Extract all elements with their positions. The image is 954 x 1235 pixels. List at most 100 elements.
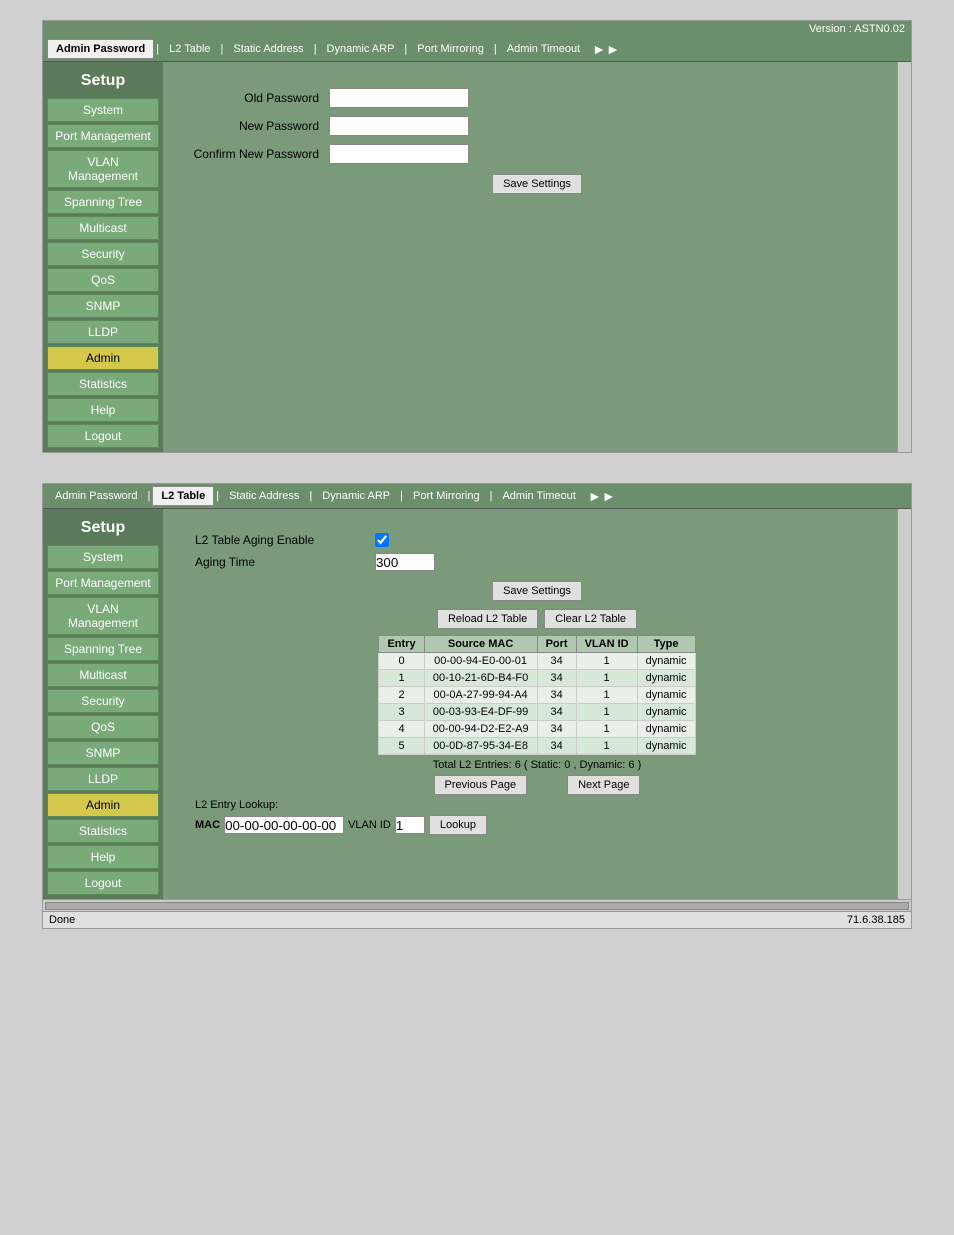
- panel-l2-table: Admin Password | L2 Table | Static Addre…: [42, 483, 912, 929]
- sidebar-title-1: Setup: [47, 66, 159, 96]
- old-password-input[interactable]: [329, 88, 469, 108]
- sidebar-item-spanning-tree-1[interactable]: Spanning Tree: [47, 190, 159, 214]
- sidebar-item-qos-2[interactable]: QoS: [47, 715, 159, 739]
- tab-static-address-1[interactable]: Static Address: [225, 40, 311, 58]
- cell-mac: 00-03-93-E4-DF-99: [424, 704, 537, 721]
- confirm-password-input[interactable]: [329, 144, 469, 164]
- tab-dynamic-arp-2[interactable]: Dynamic ARP: [314, 487, 398, 505]
- status-left: Done: [49, 914, 75, 926]
- tab-port-mirroring-2[interactable]: Port Mirroring: [405, 487, 488, 505]
- sidebar-item-lldp-2[interactable]: LLDP: [47, 767, 159, 791]
- sidebar-item-lldp-1[interactable]: LLDP: [47, 320, 159, 344]
- prev-page-button[interactable]: Previous Page: [434, 775, 528, 795]
- reload-l2-button[interactable]: Reload L2 Table: [437, 609, 538, 629]
- lookup-button[interactable]: Lookup: [429, 815, 487, 835]
- clear-l2-button[interactable]: Clear L2 Table: [544, 609, 637, 629]
- sidebar-item-multicast-2[interactable]: Multicast: [47, 663, 159, 687]
- tab-admin-timeout-2[interactable]: Admin Timeout: [494, 487, 583, 505]
- tab-next-btn-1[interactable]: ►►: [588, 41, 624, 57]
- cell-type: dynamic: [637, 653, 695, 670]
- new-password-input[interactable]: [329, 116, 469, 136]
- tab-admin-password-1[interactable]: Admin Password: [47, 39, 154, 59]
- sidebar-2: Setup System Port Management VLAN Manage…: [43, 509, 163, 899]
- sep10: |: [488, 490, 495, 502]
- save-settings-button-2[interactable]: Save Settings: [492, 581, 582, 601]
- tab-port-mirroring-1[interactable]: Port Mirroring: [409, 40, 492, 58]
- sidebar-item-admin-1[interactable]: Admin: [47, 346, 159, 370]
- tab-admin-timeout-1[interactable]: Admin Timeout: [499, 40, 588, 58]
- cell-mac: 00-00-94-D2-E2-A9: [424, 721, 537, 738]
- sidebar-item-security-1[interactable]: Security: [47, 242, 159, 266]
- sidebar-item-system-2[interactable]: System: [47, 545, 159, 569]
- cell-type: dynamic: [637, 670, 695, 687]
- cell-entry: 4: [379, 721, 424, 738]
- sidebar-item-spanning-tree-2[interactable]: Spanning Tree: [47, 637, 159, 661]
- next-page-button[interactable]: Next Page: [567, 775, 640, 795]
- aging-enable-row: L2 Table Aging Enable: [195, 533, 879, 547]
- sidebar-1: Setup System Port Management VLAN Manage…: [43, 62, 163, 452]
- sidebar-item-security-2[interactable]: Security: [47, 689, 159, 713]
- sidebar-item-qos-1[interactable]: QoS: [47, 268, 159, 292]
- aging-time-label: Aging Time: [195, 555, 375, 569]
- sidebar-item-logout-2[interactable]: Logout: [47, 871, 159, 895]
- horizontal-scrollbar[interactable]: [43, 899, 911, 911]
- cell-vlan: 1: [576, 670, 637, 687]
- tab-admin-password-2[interactable]: Admin Password: [47, 487, 146, 505]
- sidebar-item-snmp-1[interactable]: SNMP: [47, 294, 159, 318]
- scroll-thumb[interactable]: [45, 902, 909, 910]
- tab-dynamic-arp-1[interactable]: Dynamic ARP: [319, 40, 403, 58]
- tab-next-btn-2[interactable]: ►►: [584, 488, 620, 504]
- mac-lookup-input[interactable]: [224, 816, 344, 834]
- save-settings-row-2: Save Settings: [195, 581, 879, 601]
- tab-l2-table-2[interactable]: L2 Table: [152, 486, 214, 506]
- l2-action-buttons: Reload L2 Table Clear L2 Table: [179, 609, 895, 629]
- sidebar-item-vlan-management-2[interactable]: VLAN Management: [47, 597, 159, 635]
- save-settings-button-1[interactable]: Save Settings: [492, 174, 582, 194]
- table-row: 100-10-21-6D-B4-F0341dynamic: [379, 670, 695, 687]
- tab-bar-1: Admin Password | L2 Table | Static Addre…: [43, 37, 911, 62]
- sidebar-item-admin-2[interactable]: Admin: [47, 793, 159, 817]
- old-password-row: Old Password: [179, 88, 895, 108]
- cell-mac: 00-0D-87-95-34-E8: [424, 738, 537, 755]
- sidebar-item-snmp-2[interactable]: SNMP: [47, 741, 159, 765]
- cell-mac: 00-0A-27-99-94-A4: [424, 687, 537, 704]
- status-bar: Done 71.6.38.185: [43, 911, 911, 928]
- vlan-label: VLAN ID: [348, 819, 391, 831]
- save-settings-row: Save Settings: [179, 174, 895, 194]
- sidebar-item-port-management-2[interactable]: Port Management: [47, 571, 159, 595]
- col-source-mac: Source MAC: [424, 636, 537, 653]
- sidebar-item-help-2[interactable]: Help: [47, 845, 159, 869]
- total-entries-line: Total L2 Entries: 6 ( Static: 0 , Dynami…: [179, 759, 895, 771]
- table-row: 400-00-94-D2-E2-A9341dynamic: [379, 721, 695, 738]
- confirm-password-row: Confirm New Password: [179, 144, 895, 164]
- sep6: |: [146, 490, 153, 502]
- table-header-row: Entry Source MAC Port VLAN ID Type: [379, 636, 695, 653]
- scrollbar-1[interactable]: [897, 62, 911, 452]
- sep2: |: [219, 43, 226, 55]
- aging-enable-checkbox[interactable]: [375, 533, 389, 547]
- sidebar-item-logout-1[interactable]: Logout: [47, 424, 159, 448]
- sidebar-item-help-1[interactable]: Help: [47, 398, 159, 422]
- sidebar-item-vlan-management-1[interactable]: VLAN Management: [47, 150, 159, 188]
- sidebar-item-port-management-1[interactable]: Port Management: [47, 124, 159, 148]
- vlan-lookup-input[interactable]: [395, 816, 425, 834]
- cell-vlan: 1: [576, 704, 637, 721]
- tab-static-address-2[interactable]: Static Address: [221, 487, 307, 505]
- cell-entry: 0: [379, 653, 424, 670]
- l2-lookup-inputs: MAC VLAN ID Lookup: [195, 815, 879, 835]
- tab-bar-2: Admin Password | L2 Table | Static Addre…: [43, 484, 911, 509]
- tab-l2-table-1[interactable]: L2 Table: [161, 40, 218, 58]
- sep3: |: [312, 43, 319, 55]
- scrollbar-2[interactable]: [897, 509, 911, 899]
- sidebar-item-statistics-2[interactable]: Statistics: [47, 819, 159, 843]
- sidebar-item-system-1[interactable]: System: [47, 98, 159, 122]
- sidebar-item-multicast-1[interactable]: Multicast: [47, 216, 159, 240]
- old-password-label: Old Password: [179, 91, 329, 105]
- l2-table-body: 000-00-94-E0-00-01341dynamic100-10-21-6D…: [379, 653, 695, 755]
- sidebar-item-statistics-1[interactable]: Statistics: [47, 372, 159, 396]
- cell-port: 34: [537, 653, 576, 670]
- aging-time-input[interactable]: [375, 553, 435, 571]
- table-row: 300-03-93-E4-DF-99341dynamic: [379, 704, 695, 721]
- col-port: Port: [537, 636, 576, 653]
- col-entry: Entry: [379, 636, 424, 653]
